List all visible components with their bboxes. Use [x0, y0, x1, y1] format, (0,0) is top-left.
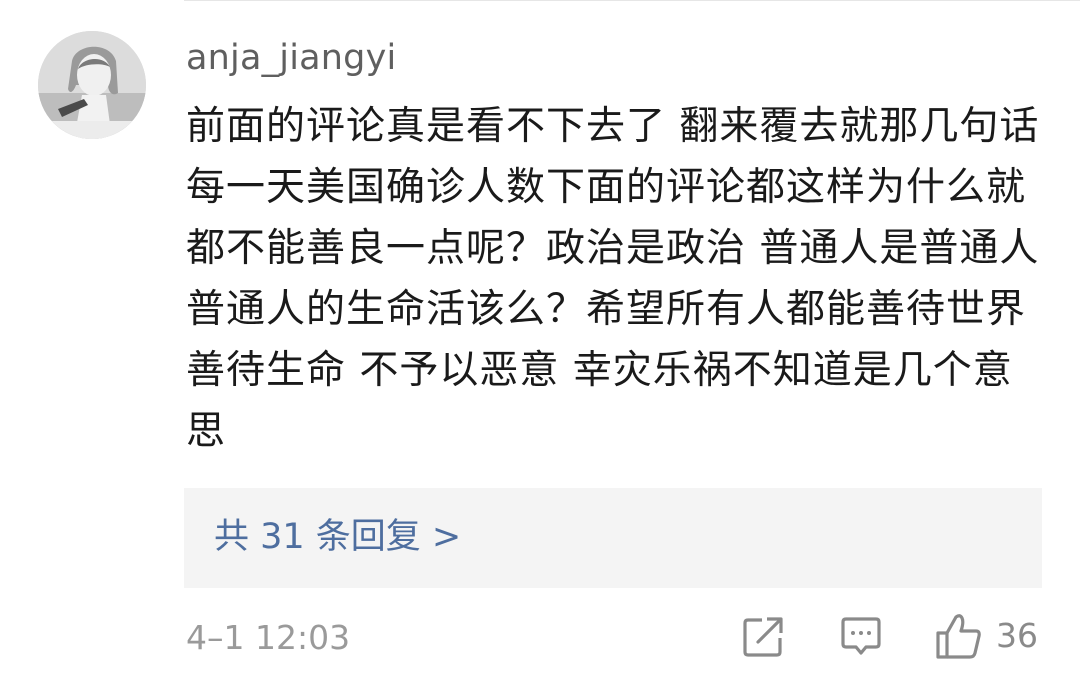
- like-count: 36: [996, 616, 1038, 655]
- thumbs-up-icon: [936, 614, 981, 659]
- replies-box[interactable]: 共 31 条回复 >: [184, 488, 1042, 588]
- comment-icon: [841, 617, 881, 655]
- user-avatar-photo: [38, 31, 146, 139]
- like-button[interactable]: 36: [934, 611, 1044, 661]
- reply-button[interactable]: [838, 614, 884, 660]
- timestamp: 4–1 12:03: [186, 618, 351, 657]
- share-icon: [743, 617, 783, 657]
- username[interactable]: anja_jiangyi: [186, 36, 396, 80]
- avatar[interactable]: [38, 31, 146, 139]
- share-button[interactable]: [740, 614, 786, 660]
- top-divider: [184, 0, 1080, 1]
- comment-text: 前面的评论真是看不下去了 翻来覆去就那几句话 每一天美国确诊人数下面的评论都这样…: [186, 104, 1040, 454]
- view-replies-link[interactable]: 共 31 条回复 >: [214, 514, 461, 560]
